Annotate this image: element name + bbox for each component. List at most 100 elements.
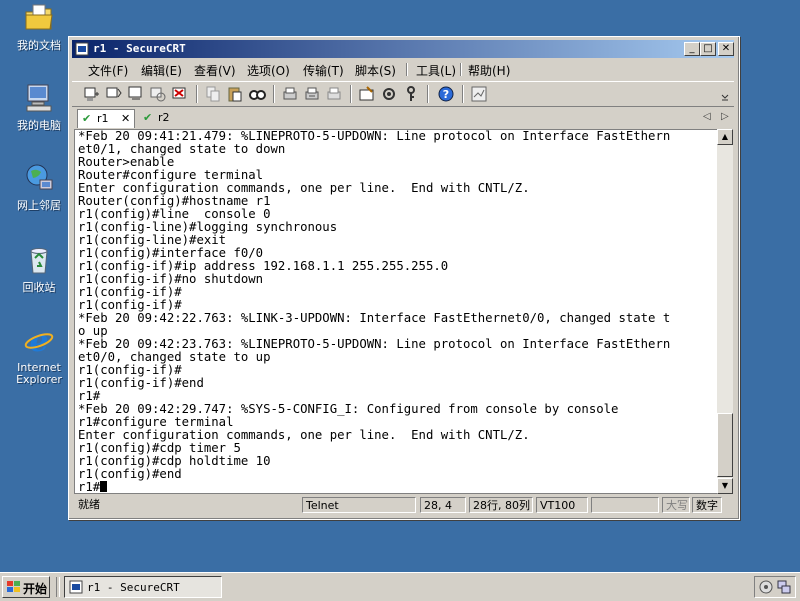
connect-icon[interactable] [83,85,101,103]
taskbar-item-securecrt[interactable]: r1 - SecureCRT [64,576,222,598]
status-terminal-size: 28行, 80列 [469,497,533,513]
terminal-line: r1(config-if)# [78,363,182,377]
disconnect-icon[interactable] [171,85,189,103]
terminal-line: Router>enable [78,155,175,169]
menu-transfer[interactable]: 传输(T) [303,62,344,79]
minimize-icon: _ [689,43,695,54]
session-tabs: ✔ r1 ✕ ✔ r2 ◁ ▷ [72,108,734,128]
terminal-line: r1(config)#interface f0/0 [78,246,264,260]
print-setup-icon[interactable] [325,85,343,103]
svg-text:?: ? [443,88,449,101]
terminal-line: *Feb 20 09:42:29.747: %SYS-5-CONFIG_I: C… [78,402,619,416]
help-icon[interactable]: ? [437,85,455,103]
session-options-icon[interactable] [358,85,376,103]
menu-tools[interactable]: 工具(L) [416,62,456,79]
terminal-line: r1# [78,389,101,403]
securecrt-app-icon [69,580,83,594]
tab-scroll-right-icon[interactable]: ▷ [721,111,729,122]
network-icon [26,164,53,190]
menu-file[interactable]: 文件(F) [88,62,128,79]
tab-close-icon[interactable]: ✕ [121,110,130,128]
ie-icon: e [24,324,54,359]
start-button[interactable]: 开始 [2,576,50,598]
menu-help[interactable]: 帮助(H) [468,62,510,79]
session-manager-icon[interactable] [470,85,488,103]
close-icon: ✕ [721,43,731,54]
menu-edit[interactable]: 编辑(E) [141,62,182,79]
menu-view[interactable]: 查看(V) [194,62,236,79]
toolbar-separator [196,85,198,103]
status-ready: 就绪 [78,498,100,511]
title-bar[interactable]: r1 - SecureCRT _ □ ✕ [72,40,734,58]
connected-check-icon: ✔ [82,112,92,125]
tab-label: r1 [97,112,109,125]
terminal-line: r1(config)#cdp holdtime 10 [78,454,271,468]
reconnect-icon[interactable] [149,85,167,103]
window-title: r1 - SecureCRT [93,42,186,55]
desktop-icon-label: 回收站 [22,281,56,294]
tab-label: r2 [158,111,170,124]
scroll-thumb[interactable] [717,413,733,477]
status-num-lock: 数字 [692,497,722,513]
paste-icon[interactable] [226,85,244,103]
quick-connect-icon[interactable] [105,85,123,103]
scroll-up-icon[interactable]: ▲ [717,129,733,145]
copy-icon[interactable] [204,85,222,103]
scroll-down-icon[interactable]: ▼ [717,478,733,494]
menu-separator [460,63,462,76]
status-blank [591,497,659,513]
terminal-line: r1(config-if)#ip address 192.168.1.1 255… [78,259,449,273]
menu-separator [406,63,408,76]
desktop-icon-label: 我的电脑 [17,119,61,132]
tab-scroll-left-icon[interactable]: ◁ [703,111,711,122]
key-map-icon[interactable] [402,85,420,103]
tab-r1[interactable]: ✔ r1 ✕ [77,109,135,128]
status-caps-lock: 大写 [662,497,690,513]
toolbar-separator [462,85,464,103]
system-tray [754,576,796,598]
terminal-line: *Feb 20 09:42:22.763: %LINK-3-UPDOWN: In… [78,311,671,325]
network-status-icon[interactable] [777,580,791,594]
desktop-icon-my-documents[interactable]: 我的文档 [8,2,70,52]
menu-script[interactable]: 脚本(S) [355,62,396,79]
status-bar: 就绪 Telnet 28, 4 28行, 80列 VT100 大写 数字 [72,496,734,516]
terminal-scrollbar[interactable]: ▲ ▼ [717,129,733,494]
tab-r2[interactable]: ✔ r2 [139,109,179,127]
toolbar-separator [350,85,352,103]
close-button[interactable]: ✕ [718,42,734,56]
taskbar-item-label: r1 - SecureCRT [87,581,180,594]
desktop-icon-label: 网上邻居 [17,199,61,212]
menu-options[interactable]: 选项(O) [247,62,290,79]
toolbar: ? [72,81,734,107]
desktop-icon-my-computer[interactable]: 我的电脑 [8,82,70,132]
terminal-line: r1(config-if)#end [78,376,204,390]
connect-in-tab-icon[interactable] [127,85,145,103]
computer-icon [26,84,52,112]
desktop-icon-internet-explorer[interactable]: e Internet Explorer [8,324,70,386]
find-icon[interactable] [248,85,266,103]
toolbar-overflow-icon[interactable] [720,85,730,103]
print-selection-icon[interactable] [303,85,321,103]
minimize-button[interactable]: _ [684,42,700,56]
speaker-icon[interactable] [759,580,773,594]
terminal-line: et0/0, changed state to up [78,350,271,364]
terminal-line: r1(config-if)# [78,298,182,312]
folder-docs-icon [25,4,53,30]
terminal-line: et0/1, changed state to down [78,142,286,156]
maximize-icon: □ [703,43,713,54]
status-cursor-position: 28, 4 [420,497,466,513]
recycle-bin-icon [30,248,48,274]
print-icon[interactable] [281,85,299,103]
connected-check-icon: ✔ [143,111,153,124]
terminal-view[interactable]: *Feb 20 09:41:21.479: %LINEPROTO-5-UPDOW… [74,129,717,494]
toolbar-separator [427,85,429,103]
desktop-icon-recycle-bin[interactable]: 回收站 [8,244,70,294]
terminal-line: r1# [78,480,101,494]
desktop-icon-network[interactable]: 网上邻居 [8,162,70,212]
desktop-icon-label: 我的文档 [17,39,61,52]
global-options-icon[interactable] [380,85,398,103]
status-emulation: VT100 [536,497,588,513]
terminal-line: r1(config-line)#exit [78,233,227,247]
desktop-icon-label: Explorer [16,373,62,386]
maximize-button[interactable]: □ [700,42,716,56]
